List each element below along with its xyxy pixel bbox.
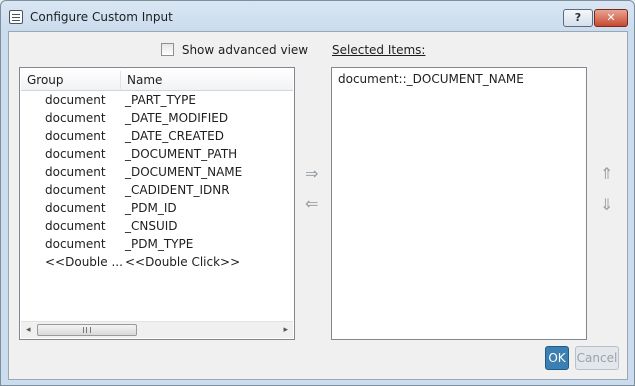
close-button[interactable]: ✕ — [594, 9, 628, 27]
list-rows: document _PART_TYPE document _DATE_MODIFIE… — [21, 91, 293, 271]
item-group: document — [45, 165, 106, 179]
item-group: document — [45, 129, 106, 143]
list-item[interactable]: document _PART_TYPE — [21, 91, 293, 109]
scrollbar-thumb[interactable] — [37, 324, 137, 336]
title-bar[interactable]: Configure Custom Input ? ✕ — [1, 1, 634, 33]
help-button[interactable]: ? — [563, 9, 593, 27]
item-name: <<Double Click>> — [125, 255, 241, 269]
cancel-button[interactable]: Cancel — [575, 346, 619, 370]
item-name: _DOCUMENT_NAME — [125, 165, 243, 179]
show-advanced-checkbox[interactable] — [161, 43, 174, 56]
ok-button[interactable]: OK — [545, 346, 569, 370]
dialog-window: Configure Custom Input ? ✕ Show advanced… — [0, 0, 635, 386]
selected-item[interactable]: document::_DOCUMENT_NAME — [338, 72, 524, 86]
item-group: document — [45, 219, 106, 233]
list-item[interactable]: document _DATE_CREATED — [21, 127, 293, 145]
list-item[interactable]: document _CADIDENT_IDNR — [21, 181, 293, 199]
item-group: document — [45, 147, 106, 161]
item-group: document — [45, 93, 106, 107]
scroll-left-icon[interactable]: ◂ — [26, 325, 31, 335]
item-name: _DATE_MODIFIED — [125, 111, 229, 125]
scroll-right-icon[interactable]: ▸ — [283, 325, 288, 335]
column-header-group[interactable]: Group — [27, 73, 64, 87]
show-advanced-option[interactable]: Show advanced view — [161, 42, 308, 58]
window-title: Configure Custom Input — [30, 10, 173, 24]
list-item[interactable]: document _DOCUMENT_PATH — [21, 145, 293, 163]
window-icon — [9, 10, 23, 24]
list-item[interactable]: document _PDM_ID — [21, 199, 293, 217]
list-item[interactable]: document _DOCUMENT_NAME — [21, 163, 293, 181]
move-up-icon[interactable]: ⇑ — [600, 166, 613, 182]
grip-icon — [83, 327, 91, 333]
dialog-body: Show advanced view Selected Items: Group… — [8, 31, 628, 380]
item-group: <<Double ... — [45, 255, 123, 269]
item-group: document — [45, 111, 106, 125]
move-down-icon[interactable]: ⇓ — [600, 197, 613, 213]
item-name: _PART_TYPE — [125, 93, 196, 107]
item-name: _DATE_CREATED — [125, 129, 224, 143]
selected-items-label: Selected Items: — [332, 43, 426, 57]
available-fields-list[interactable]: Group Name document _PART_TYPE document _D… — [19, 67, 295, 340]
horizontal-scrollbar[interactable]: ◂ ▸ — [21, 321, 293, 338]
show-advanced-label[interactable]: Show advanced view — [182, 43, 308, 57]
selected-items-list[interactable]: document::_DOCUMENT_NAME — [331, 67, 587, 340]
list-item[interactable]: document _PDM_TYPE — [21, 235, 293, 253]
add-arrow-icon[interactable]: ⇒ — [305, 166, 318, 182]
item-group: document — [45, 183, 106, 197]
list-item[interactable]: document _CNSUID — [21, 217, 293, 235]
item-name: _CADIDENT_IDNR — [125, 183, 230, 197]
column-divider[interactable] — [120, 71, 121, 89]
item-name: _PDM_TYPE — [125, 237, 194, 251]
remove-arrow-icon[interactable]: ⇐ — [305, 196, 318, 212]
list-item-double-click[interactable]: <<Double ... <<Double Click>> — [21, 253, 293, 271]
item-name: _DOCUMENT_PATH — [125, 147, 238, 161]
item-group: document — [45, 237, 106, 251]
column-header-name[interactable]: Name — [127, 73, 162, 87]
item-name: _CNSUID — [125, 219, 178, 233]
item-group: document — [45, 201, 106, 215]
list-item[interactable]: document _DATE_MODIFIED — [21, 109, 293, 127]
list-header: Group Name — [21, 69, 293, 91]
item-name: _PDM_ID — [125, 201, 177, 215]
